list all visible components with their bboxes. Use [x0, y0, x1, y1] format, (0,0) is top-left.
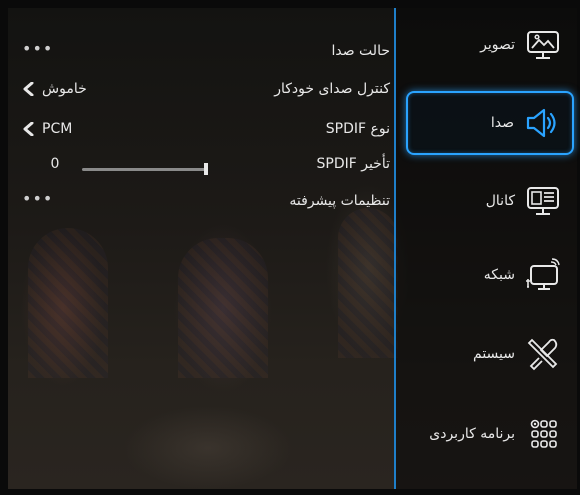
- sidebar-item-label: برنامه کاربردی: [429, 426, 515, 442]
- setting-label: حالت صدا: [331, 43, 390, 59]
- sidebar-item-channel[interactable]: کانال: [396, 170, 577, 232]
- chevron-left-icon[interactable]: [22, 122, 34, 136]
- sidebar-item-label: شبکه: [483, 267, 515, 283]
- settings-sidebar: تصویر صدا کانال شبکه سیستم برنامه کاربرد…: [396, 8, 577, 489]
- more-options-icon[interactable]: •••: [22, 191, 53, 207]
- sidebar-item-label: سیستم: [473, 346, 515, 362]
- delay-slider-track[interactable]: [82, 168, 206, 171]
- channel-icon: [527, 187, 559, 215]
- sidebar-item-system[interactable]: سیستم: [396, 323, 577, 385]
- setting-row-spdif-type[interactable]: نوع SPDIF PCM: [22, 121, 390, 147]
- sidebar-item-label: تصویر: [480, 37, 515, 53]
- setting-row-spdif-delay[interactable]: تأخیر SPDIF 0: [22, 156, 390, 182]
- setting-value: PCM: [42, 121, 73, 137]
- setting-label: نوع SPDIF: [325, 121, 390, 137]
- setting-row-auto-volume[interactable]: کنترل صدای خودکار خاموش: [22, 81, 390, 107]
- sidebar-item-label: صدا: [490, 115, 514, 131]
- more-options-icon[interactable]: •••: [22, 41, 53, 57]
- setting-value: خاموش: [42, 81, 87, 97]
- sidebar-item-sound[interactable]: صدا: [406, 91, 574, 155]
- setting-label: تنظیمات پیشرفته: [289, 193, 390, 209]
- sidebar-item-label: کانال: [485, 193, 515, 209]
- apps-icon: [530, 419, 557, 448]
- system-icon: [527, 338, 558, 371]
- picture-icon: [527, 31, 559, 59]
- sidebar-item-network[interactable]: شبکه: [396, 244, 577, 306]
- sidebar-item-apps[interactable]: برنامه کاربردی: [396, 403, 577, 465]
- setting-label: تأخیر SPDIF: [316, 156, 390, 172]
- setting-label: کنترل صدای خودکار: [274, 81, 390, 97]
- setting-row-advanced[interactable]: تنظیمات پیشرفته •••: [22, 191, 390, 219]
- sound-settings-panel: حالت صدا ••• کنترل صدای خودکار خاموش نوع…: [8, 8, 394, 489]
- sound-icon: [526, 108, 556, 138]
- chevron-left-icon[interactable]: [22, 82, 34, 96]
- delay-slider-thumb[interactable]: [204, 163, 208, 175]
- sidebar-item-picture[interactable]: تصویر: [396, 14, 577, 76]
- network-icon: [526, 258, 560, 290]
- slider-value: 0: [50, 156, 60, 172]
- setting-row-sound-mode[interactable]: حالت صدا •••: [22, 41, 390, 69]
